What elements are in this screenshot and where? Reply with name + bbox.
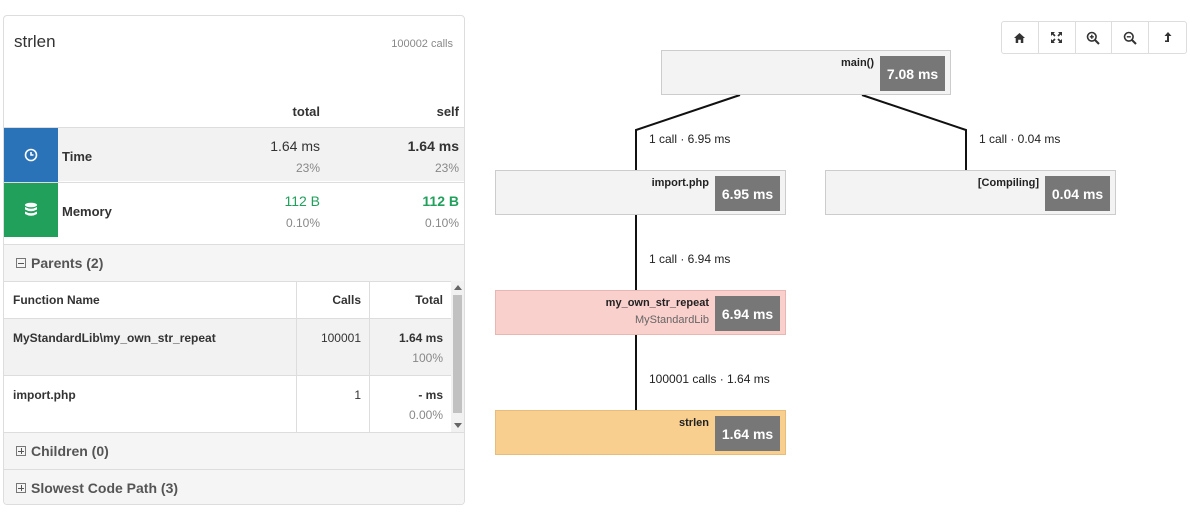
node-name: [Compiling] (977, 177, 1039, 189)
time-label: Time (62, 149, 93, 164)
node-time: 6.95 ms (715, 176, 780, 211)
call-count: 100002 calls (391, 38, 453, 50)
clock-icon (4, 128, 58, 182)
table-scrollbar[interactable] (451, 281, 464, 432)
node-time: 6.94 ms (715, 296, 780, 331)
memory-label: Memory (62, 204, 112, 219)
parents-section-toggle[interactable]: Parents (2) (4, 244, 464, 281)
table-row[interactable]: import.php 1 - ms 0.00% (4, 376, 451, 433)
memory-metric-row: Memory 112 B 0.10% 112 B 0.10% (4, 182, 464, 237)
calls-cell: 1 (297, 376, 370, 432)
slowest-path-section-toggle[interactable]: Slowest Code Path (3) (4, 469, 464, 504)
table-row[interactable]: MyStandardLib\my_own_str_repeat 100001 1… (4, 319, 451, 376)
graph-node-strlen[interactable]: strlen 1.64 ms (495, 410, 786, 455)
node-name: strlen (679, 417, 709, 429)
total-time: - ms (418, 388, 443, 402)
memory-total-pct: 0.10% (285, 216, 320, 230)
scroll-up-icon[interactable] (454, 285, 462, 290)
edge-label: 1 call · 6.94 ms (649, 252, 731, 266)
self-column-header: self (436, 104, 459, 119)
function-details-panel: strlen 100002 calls total self Time 1.64… (3, 15, 465, 505)
total-pct: 100% (412, 351, 443, 365)
scroll-down-icon[interactable] (454, 423, 462, 428)
node-time: 0.04 ms (1045, 176, 1110, 211)
time-self-pct: 23% (434, 161, 459, 175)
graph-node-import[interactable]: import.php 6.95 ms (495, 170, 786, 215)
function-title: strlen (14, 32, 56, 51)
parents-table: Function Name Calls Total MyStandardLib\… (4, 281, 451, 433)
children-section-label: Children (0) (31, 443, 109, 459)
call-graph[interactable]: 1 call · 6.95 ms 1 call · 0.04 ms 1 call… (480, 40, 1180, 500)
total-time: 1.64 ms (398, 331, 443, 345)
function-name-header[interactable]: Function Name (4, 282, 297, 319)
parents-section-label: Parents (2) (31, 255, 104, 271)
graph-node-compiling[interactable]: [Compiling] 0.04 ms (825, 170, 1116, 215)
calls-cell: 100001 (297, 319, 370, 375)
time-total: 1.64 ms (270, 138, 320, 154)
scrollbar-thumb[interactable] (453, 295, 462, 413)
database-icon (4, 183, 58, 237)
node-name: my_own_str_repeat (605, 297, 709, 309)
slowest-path-section-label: Slowest Code Path (3) (31, 480, 179, 496)
children-section-toggle[interactable]: Children (0) (4, 432, 464, 469)
expand-icon (16, 446, 26, 456)
node-name: import.php (651, 177, 709, 189)
function-name-cell[interactable]: import.php (4, 376, 297, 432)
edge-label: 1 call · 6.95 ms (649, 132, 731, 146)
node-time: 1.64 ms (715, 416, 780, 451)
edge-label: 100001 calls · 1.64 ms (649, 372, 770, 386)
memory-self-pct: 0.10% (424, 216, 459, 230)
function-name-cell[interactable]: MyStandardLib\my_own_str_repeat (4, 319, 297, 375)
node-namespace: MyStandardLib (635, 314, 709, 326)
collapse-icon (16, 258, 26, 268)
graph-node-repeat[interactable]: my_own_str_repeat MyStandardLib 6.94 ms (495, 290, 786, 335)
time-self: 1.64 ms (407, 138, 459, 154)
edge-label: 1 call · 0.04 ms (979, 132, 1061, 146)
node-time: 7.08 ms (880, 56, 945, 91)
total-cell: 1.64 ms 100% (370, 319, 451, 375)
edge-main-compiling (861, 94, 967, 170)
calls-header[interactable]: Calls (297, 282, 370, 319)
expand-icon (16, 483, 26, 493)
node-name: main() (841, 57, 874, 69)
total-pct: 0.00% (408, 408, 443, 422)
total-cell: - ms 0.00% (370, 376, 451, 432)
memory-self: 112 B (422, 193, 459, 209)
time-total-pct: 23% (295, 161, 320, 175)
time-metric-row: Time 1.64 ms 23% 1.64 ms 23% (4, 127, 464, 182)
graph-node-main[interactable]: main() 7.08 ms (661, 50, 951, 95)
total-column-header: total (292, 104, 320, 119)
memory-total: 112 B (284, 193, 320, 209)
total-header[interactable]: Total (370, 282, 451, 319)
